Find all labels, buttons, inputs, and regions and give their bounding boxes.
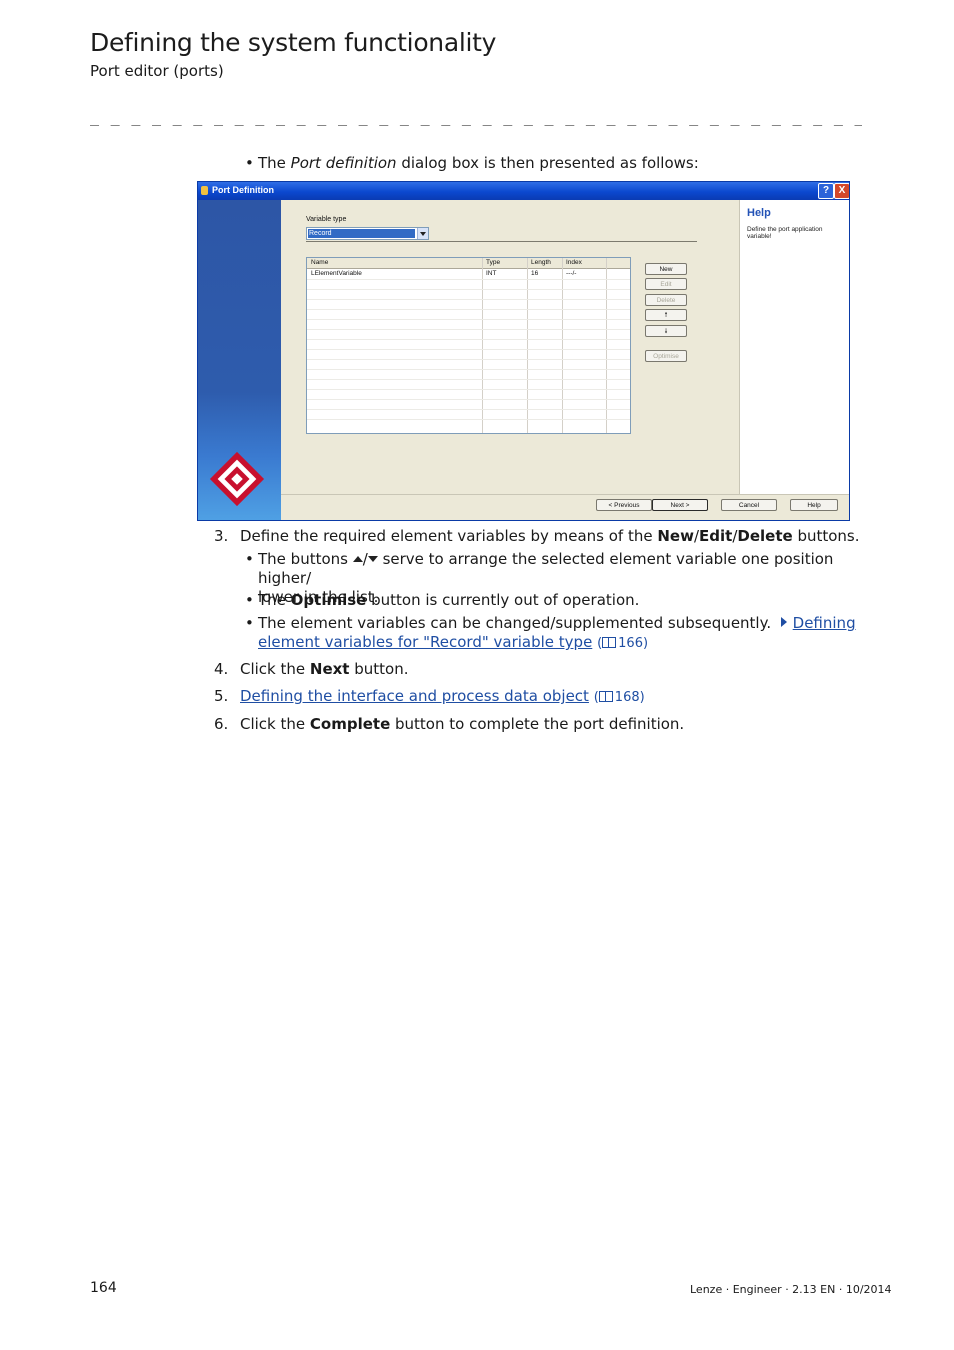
help-title: Help	[747, 207, 771, 219]
cell-length: 16	[531, 270, 539, 277]
wizard-side-panel	[198, 200, 281, 520]
row-line	[307, 389, 630, 390]
previous-button[interactable]: < Previous	[596, 499, 652, 511]
arrow-up-icon	[352, 556, 363, 562]
variable-type-label: Variable type	[306, 216, 347, 223]
new-button[interactable]: New	[645, 263, 687, 275]
variable-type-value: Record	[308, 229, 415, 238]
bullet: •	[245, 614, 254, 632]
row-line	[307, 399, 630, 400]
app-icon	[201, 186, 208, 195]
row-line	[307, 379, 630, 380]
arrow-down-icon: 🠗	[664, 328, 668, 335]
book-icon	[598, 691, 613, 702]
row-line	[307, 359, 630, 360]
port-definition-dialog: Port Definition ? X Variable type Record…	[197, 181, 850, 521]
dialog-titlebar: Port Definition ? X	[198, 182, 849, 200]
table-header: Name Type Length Index	[307, 258, 630, 269]
intro-bullet: •	[245, 154, 254, 172]
move-down-button[interactable]: 🠗	[645, 325, 687, 337]
chevron-down-icon[interactable]	[417, 228, 428, 239]
col-name[interactable]: Name	[311, 259, 328, 266]
book-icon	[602, 637, 617, 648]
dialog-title: Port Definition	[212, 185, 274, 195]
row-line	[307, 319, 630, 320]
col-length[interactable]: Length	[531, 259, 551, 266]
lenze-logo-icon	[209, 451, 265, 507]
arrow-up-icon: 🠕	[664, 312, 668, 319]
bullet: •	[245, 591, 254, 609]
bullet-text-changed: The element variables can be changed/sup…	[258, 614, 856, 651]
help-text: Define the port application variable!	[747, 226, 823, 240]
page-title: Defining the system functionality	[90, 28, 497, 57]
record-variable-link-cont[interactable]: element variables for "Record" variable …	[258, 633, 592, 651]
cell-type: INT	[486, 270, 497, 277]
arrow-down-icon	[367, 556, 378, 562]
row-line	[307, 289, 630, 290]
cancel-button[interactable]: Cancel	[721, 499, 777, 511]
variable-type-select[interactable]: Record	[306, 227, 429, 240]
next-button[interactable]: Next >	[652, 499, 708, 511]
help-button[interactable]: Help	[790, 499, 838, 511]
delete-button[interactable]: Delete	[645, 294, 687, 306]
row-line	[307, 279, 630, 280]
interface-link[interactable]: Defining the interface and process data …	[240, 687, 589, 705]
element-variable-table[interactable]: Name Type Length Index LElementVariable …	[306, 257, 631, 434]
step-number: 3.	[214, 527, 229, 545]
col-type[interactable]: Type	[486, 259, 500, 266]
edit-button[interactable]: Edit	[645, 278, 687, 290]
row-line	[307, 369, 630, 370]
record-variable-link[interactable]: Defining	[793, 614, 856, 632]
bullet-text-optimise: The Optimise button is currently out of …	[258, 591, 640, 609]
header-rule: _ _ _ _ _ _ _ _ _ _ _ _ _ _ _ _ _ _ _ _ …	[90, 108, 862, 126]
row-line	[307, 409, 630, 410]
help-title-button[interactable]: ?	[818, 183, 834, 199]
step-3-text: Define the required element variables by…	[240, 527, 860, 545]
move-up-button[interactable]: 🠕	[645, 309, 687, 321]
cell-name: LElementVariable	[311, 270, 362, 277]
cell-index: ---/-	[566, 270, 577, 277]
row-line	[307, 299, 630, 300]
col-divider	[562, 258, 563, 433]
step-4-text: Click the Next button.	[240, 660, 409, 678]
step-number: 6.	[214, 715, 229, 733]
row-line	[307, 309, 630, 310]
optimise-button[interactable]: Optimise	[645, 350, 687, 362]
step-number: 5.	[214, 687, 229, 705]
table-row[interactable]: LElementVariable INT 16 ---/-	[307, 269, 630, 279]
col-divider	[482, 258, 483, 433]
col-divider	[527, 258, 528, 433]
row-line	[307, 349, 630, 350]
col-index[interactable]: Index	[566, 259, 582, 266]
col-divider	[606, 258, 607, 433]
help-panel: Help Define the port application variabl…	[739, 200, 849, 494]
step-5-text: Defining the interface and process data …	[240, 687, 645, 707]
step-number: 4.	[214, 660, 229, 678]
step-6-text: Click the Complete button to complete th…	[240, 715, 685, 733]
link-arrow-icon	[780, 617, 787, 627]
dialog-footer: < Previous Next > Cancel Help	[281, 495, 849, 520]
close-button[interactable]: X	[834, 183, 849, 199]
document-footer: Lenze · Engineer · 2.13 EN · 10/2014	[690, 1283, 892, 1296]
dialog-content: Variable type Record Name Type Length In…	[281, 200, 739, 494]
row-line	[307, 339, 630, 340]
page-ref[interactable]: (168)	[594, 690, 645, 705]
page-ref[interactable]: (166)	[597, 636, 648, 651]
row-line	[307, 419, 630, 420]
divider	[306, 241, 697, 242]
page-number: 164	[90, 1280, 117, 1296]
row-line	[307, 329, 630, 330]
page-subtitle: Port editor (ports)	[90, 62, 224, 80]
intro-text: The Port definition dialog box is then p…	[258, 154, 699, 172]
bullet: •	[245, 550, 254, 568]
